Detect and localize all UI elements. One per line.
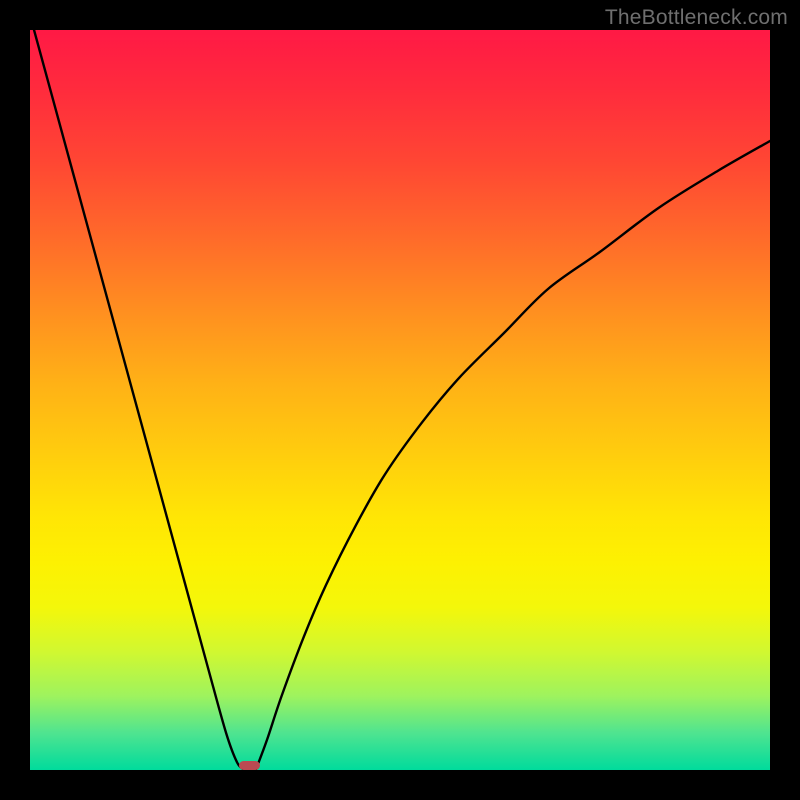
- watermark-text: TheBottleneck.com: [605, 6, 788, 30]
- bottleneck-marker: [239, 761, 260, 771]
- bottleneck-curve: [30, 30, 770, 770]
- plot-area: [30, 30, 770, 770]
- chart-container: TheBottleneck.com: [0, 0, 800, 800]
